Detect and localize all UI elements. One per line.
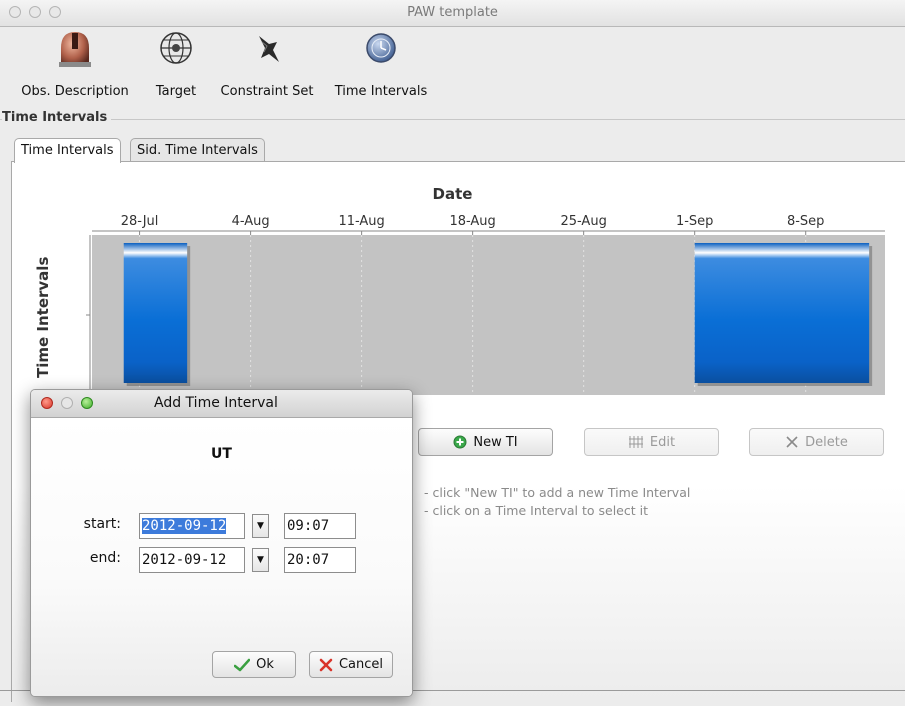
toolbar-label: Time Intervals — [334, 84, 428, 99]
toolbar-target[interactable]: Target — [146, 26, 206, 104]
dialog-zoom-button[interactable] — [81, 397, 93, 409]
start-date-field[interactable]: 2012-09-12 — [139, 513, 245, 539]
x-tick-label: 25-Aug — [560, 214, 606, 229]
end-date-field[interactable]: 2012-09-12 — [139, 547, 245, 573]
dialog-title: Add Time Interval — [154, 395, 278, 411]
new-ti-label: New TI — [473, 434, 518, 450]
edit-grid-icon — [628, 436, 643, 448]
timezone-label: UT — [211, 446, 232, 462]
x-tick-label: 28-Jul — [121, 214, 159, 229]
section-divider — [0, 119, 905, 120]
add-time-interval-dialog: Add Time Interval UT start: 2012-09-12 ▼… — [30, 389, 413, 697]
delete-label: Delete — [805, 434, 848, 450]
dialog-close-button[interactable] — [41, 397, 53, 409]
x-icon — [786, 436, 798, 448]
edit-label: Edit — [649, 434, 676, 450]
hint-select-ti: - click on a Time Interval to select it — [424, 503, 648, 518]
window-title: PAW template — [407, 5, 498, 20]
observatory-icon — [59, 32, 91, 67]
ok-label: Ok — [256, 657, 274, 672]
x-tick-label: 1-Sep — [676, 214, 713, 229]
add-icon — [453, 435, 467, 449]
dialog-body: UT start: 2012-09-12 ▼ 09:07 end: 2012-0… — [31, 418, 412, 696]
tab-sid-time-intervals[interactable]: Sid. Time Intervals — [130, 138, 265, 162]
toolbar-label: Target — [155, 84, 197, 99]
clock-icon — [366, 33, 396, 63]
window-titlebar: PAW template — [0, 0, 905, 27]
hint-new-ti: - click "New TI" to add a new Time Inter… — [424, 485, 691, 500]
new-ti-button[interactable]: New TI — [418, 428, 553, 456]
globe-target-icon — [160, 32, 192, 64]
toolbar-label: Obs. Description — [21, 84, 129, 99]
start-date-value: 2012-09-12 — [142, 518, 227, 534]
end-date-dropdown[interactable]: ▼ — [252, 548, 269, 572]
delete-button[interactable]: Delete — [749, 428, 884, 456]
toolbar-constraint-set[interactable]: Constraint Set — [214, 26, 320, 104]
section-title: Time Intervals — [2, 110, 112, 125]
toolbar-label: Constraint Set — [220, 84, 314, 99]
end-time-field[interactable]: 20:07 — [284, 547, 356, 573]
checkmark-icon — [234, 658, 251, 671]
dialog-minimize-button[interactable] — [61, 397, 73, 409]
start-date-dropdown[interactable]: ▼ — [252, 514, 269, 538]
cancel-label: Cancel — [338, 657, 384, 672]
x-tick-label: 11-Aug — [338, 214, 384, 229]
start-time-field[interactable]: 09:07 — [284, 513, 356, 539]
chart-y-label: Time Intervals — [34, 256, 52, 378]
interval-bar-1 — [123, 243, 188, 383]
tab-time-intervals[interactable]: Time Intervals — [14, 138, 121, 163]
dialog-titlebar: Add Time Interval — [31, 390, 412, 418]
toolbar-obs-description[interactable]: Obs. Description — [10, 26, 140, 104]
edit-button[interactable]: Edit — [584, 428, 719, 456]
start-label: start: — [83, 516, 121, 532]
interval-bar-2 — [694, 243, 870, 383]
x-tick-label: 4-Aug — [232, 214, 270, 229]
x-tick-label: 8-Sep — [787, 214, 824, 229]
timeline-chart: 28-Jul 4-Aug 11-Aug 18-Aug 25-Aug 1-Sep 8-Sep — [86, 214, 885, 395]
constraint-icon — [259, 36, 279, 62]
cancel-button[interactable]: Cancel — [309, 651, 393, 678]
ok-button[interactable]: Ok — [212, 651, 296, 678]
toolbar: Obs. Description Target Constraint Set T… — [0, 26, 905, 106]
toolbar-time-intervals[interactable]: Time Intervals — [330, 26, 432, 104]
end-label: end: — [89, 550, 121, 566]
cancel-x-icon — [319, 658, 333, 671]
x-tick-label: 18-Aug — [449, 214, 495, 229]
